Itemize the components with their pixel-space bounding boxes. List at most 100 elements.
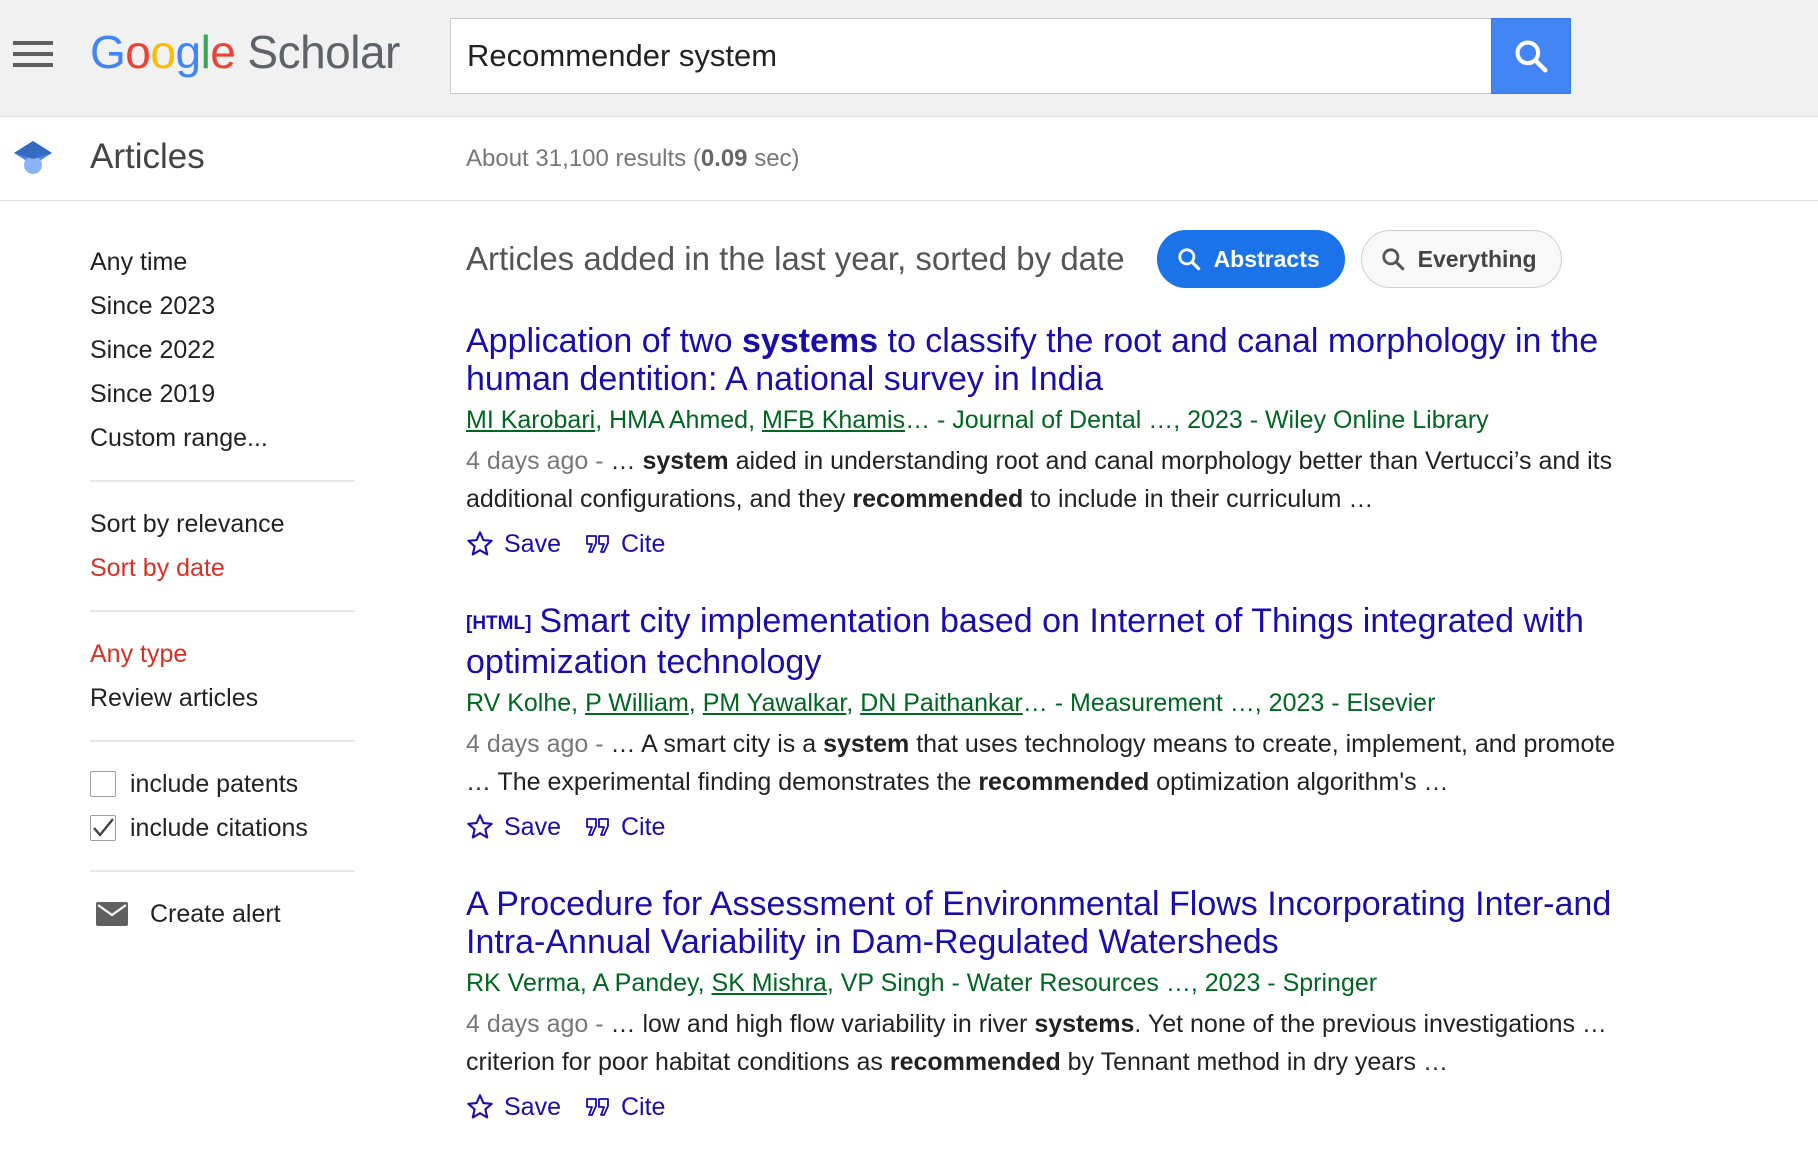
everything-button[interactable]: Everything [1360,230,1562,288]
author-separator: , [846,689,861,717]
include-citations-row[interactable]: include citations [90,806,355,850]
snippet-highlight: recommended [978,768,1150,796]
publication-info: … - Measurement …, 2023 - Elsevier [1022,689,1436,717]
create-alert-button[interactable]: Create alert [96,892,355,936]
result-item: Application of two systems to classify t… [466,322,1626,566]
section-title[interactable]: Articles [90,137,205,177]
author-name: HMA Ahmed [609,406,749,434]
html-format-tag[interactable]: [HTML] [466,613,531,634]
quote-icon [586,535,609,553]
divider [90,480,355,482]
abstracts-button[interactable]: Abstracts [1156,230,1345,288]
logo-letter: o [150,26,176,78]
abstracts-label: Abstracts [1213,245,1320,272]
sort-by-date[interactable]: Sort by date [90,546,355,590]
result-title-link[interactable]: [HTML] Smart city implementation based on… [466,602,1626,681]
include-patents-checkbox[interactable] [90,771,116,797]
logo-letter: e [210,26,236,78]
include-patents-label: include patents [130,770,299,798]
result-snippet: 4 days ago - … system aided in understan… [466,442,1626,518]
top-header: Google Scholar [0,0,1818,117]
filter-since-2022[interactable]: Since 2022 [90,328,355,372]
result-item: A Procedure for Assessment of Environmen… [466,885,1626,1129]
logo-scholar-text: Scholar [247,26,400,78]
author-link[interactable]: SK Mishra [712,969,827,997]
filter-title: Articles added in the last year, sorted … [466,240,1125,277]
publication-info: … - Journal of Dental …, 2023 - Wiley On… [905,406,1489,434]
cite-button[interactable]: Cite [585,530,665,559]
cite-button[interactable]: Cite [585,1093,665,1122]
save-button[interactable]: Save [466,530,561,559]
title-highlight: systems [741,322,879,360]
results-area: Articles added in the last year, sorted … [466,226,1626,1129]
search-input[interactable] [451,19,1491,93]
save-button[interactable]: Save [466,813,561,842]
sort-by-relevance[interactable]: Sort by relevance [90,502,355,546]
sub-header: Articles About 31,100 results (0.09 sec) [0,117,1818,201]
cite-label: Cite [620,529,666,558]
logo-letter: g [175,26,201,78]
title-text: Smart city implementation based on Inter… [466,602,1584,681]
save-button[interactable]: Save [466,1093,561,1122]
result-meta: RK Verma, A Pandey, SK Mishra, VP Singh … [466,963,1626,1003]
checkmark-icon [93,818,114,837]
envelope-icon [96,902,128,926]
type-review-articles[interactable]: Review articles [90,676,355,720]
results-count: About 31,100 results (0.09 sec) [466,145,800,173]
sort-group: Sort by relevance Sort by date [90,502,355,590]
filter-since-2023[interactable]: Since 2023 [90,284,355,328]
search-icon [1177,248,1200,271]
logo-letter: l [200,26,211,78]
result-snippet: 4 days ago - … A smart city is a system … [466,725,1626,801]
author-name: RV Kolhe, [466,689,586,717]
search-icon [1515,40,1548,73]
cite-button[interactable]: Cite [585,813,665,842]
google-scholar-logo[interactable]: Google Scholar [90,22,400,82]
snippet-highlight: recommended [889,1048,1061,1076]
snippet-text: … [610,447,643,475]
snippet-highlight: recommended [852,485,1024,513]
menu-icon[interactable] [10,34,56,74]
author-link[interactable]: MI Karobari [466,406,595,434]
type-any[interactable]: Any type [90,632,355,676]
filter-custom-range[interactable]: Custom range... [90,416,355,460]
result-actions: Save Cite [466,1085,1626,1129]
result-age: 4 days ago - [466,730,611,758]
filter-bar: Articles added in the last year, sorted … [466,226,1626,292]
time-filter-group: Any time Since 2023 Since 2022 Since 201… [90,240,355,460]
star-icon [467,1094,493,1119]
snippet-highlight: system [823,730,910,758]
save-label: Save [504,812,561,841]
result-actions: Save Cite [466,805,1626,849]
save-label: Save [504,1092,561,1121]
title-text: Application of two [466,322,742,360]
result-age: 4 days ago - [466,447,611,475]
include-patents-row[interactable]: include patents [90,762,355,806]
filter-since-2019[interactable]: Since 2019 [90,372,355,416]
logo-letter: o [125,26,151,78]
filter-any-time[interactable]: Any time [90,240,355,284]
quote-icon [586,1098,609,1116]
result-item: [HTML] Smart city implementation based on… [466,602,1626,849]
search-button[interactable] [1491,18,1571,94]
cite-label: Cite [620,812,666,841]
author-link[interactable]: DN Paithankar [860,689,1023,717]
include-citations-checkbox[interactable] [90,815,116,841]
result-snippet: 4 days ago - … low and high flow variabi… [466,1005,1626,1081]
author-link[interactable]: MFB Khamis [762,406,905,434]
author-link[interactable]: PM Yawalkar [703,689,847,717]
star-icon [467,531,493,556]
star-icon [467,814,493,839]
save-label: Save [504,529,561,558]
result-actions: Save Cite [466,522,1626,566]
result-title-link[interactable]: A Procedure for Assessment of Environmen… [466,885,1626,961]
type-group: Any type Review articles [90,632,355,720]
snippet-text: by Tennant method in dry years … [1060,1048,1448,1076]
everything-label: Everything [1417,245,1537,272]
sidebar: Any time Since 2023 Since 2022 Since 201… [90,240,355,936]
search-box [450,18,1571,94]
results-count-prefix: About 31,100 results ( [466,145,701,172]
author-link[interactable]: P William [585,689,689,717]
result-title-link[interactable]: Application of two systems to classify t… [466,322,1626,398]
publication-info: , VP Singh - Water Resources …, 2023 - S… [826,969,1378,997]
